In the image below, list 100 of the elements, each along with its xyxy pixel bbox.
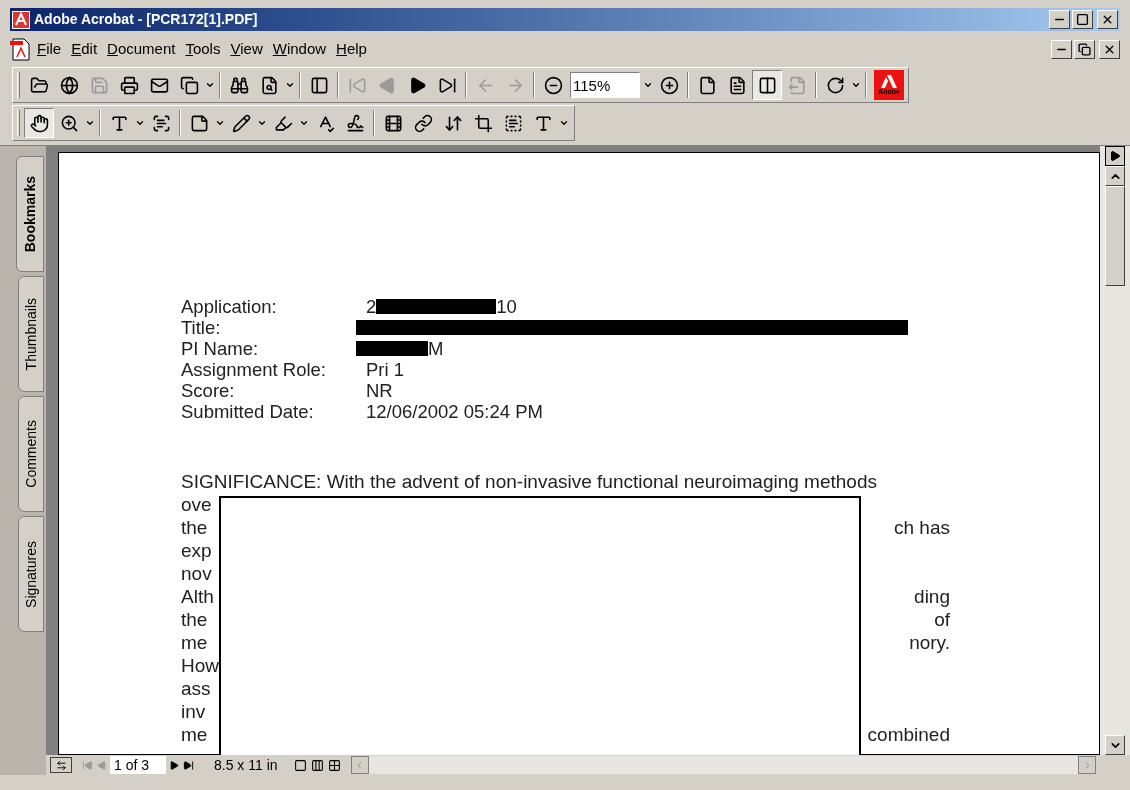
paragraph-fragment: ch has — [894, 516, 950, 539]
highlighter-icon — [273, 113, 293, 133]
document-icon — [10, 37, 32, 61]
field-value: Pri 1 — [366, 359, 405, 380]
fit-width-button[interactable] — [752, 70, 782, 100]
last-page-icon[interactable] — [183, 759, 194, 771]
field-value: 10 — [496, 296, 517, 317]
paragraph-line: SIGNIFICANCE: With the advent of non-invasive functional neuroimaging methods — [181, 470, 878, 493]
next-page-icon[interactable] — [170, 760, 179, 770]
field-value: NR — [366, 380, 393, 401]
menu-item[interactable]: Edit — [66, 37, 103, 61]
minimize-button[interactable] — [1051, 39, 1072, 59]
split-button[interactable] — [50, 757, 72, 773]
menu-item[interactable]: File — [32, 37, 67, 61]
paragraph-fragment: nov — [181, 562, 212, 585]
single-page-icon[interactable] — [293, 758, 307, 772]
menu-item[interactable]: Window — [267, 37, 332, 61]
redaction-bar — [356, 341, 428, 356]
paragraph-fragment: How — [181, 654, 219, 677]
caret-icon — [559, 118, 569, 128]
minimize-button[interactable] — [1049, 10, 1070, 29]
paragraph-fragment: ass — [181, 677, 211, 700]
left-triangle-icon — [377, 75, 397, 95]
side-tab[interactable]: Comments — [18, 396, 44, 512]
caret-icon — [643, 80, 653, 90]
form-icon — [503, 113, 523, 133]
field-value: 12/06/2002 05:24 PM — [366, 401, 543, 422]
menu-item[interactable]: Help — [331, 37, 372, 61]
right-triangle-icon — [1109, 150, 1121, 162]
page-arrow-icon — [787, 75, 807, 95]
rotate-icon — [825, 75, 845, 95]
envelope-icon — [149, 75, 169, 95]
caret-icon — [851, 80, 861, 90]
double-arrow-icon — [55, 759, 67, 771]
facing-pages-icon[interactable] — [327, 758, 341, 772]
maximize-button[interactable] — [1072, 10, 1093, 29]
field-label: Submitted Date: — [181, 401, 315, 422]
film-icon — [383, 113, 403, 133]
caret-icon — [257, 118, 267, 128]
field-value: M — [428, 338, 444, 359]
text-icon — [533, 113, 553, 133]
panel-icon — [309, 75, 329, 95]
save-icon — [89, 75, 109, 95]
paragraph-fragment: the — [181, 608, 208, 631]
field-label: Score: — [181, 380, 236, 401]
printer-icon — [119, 75, 139, 95]
close-button[interactable] — [1099, 39, 1120, 59]
page-icon — [727, 75, 747, 95]
text-icon — [109, 113, 129, 133]
binoculars-icon — [229, 75, 249, 95]
zoom-field[interactable]: 115% — [570, 72, 640, 98]
app-icon — [12, 10, 30, 29]
menu-item[interactable]: Document — [102, 37, 181, 61]
field-label: Assignment Role: — [181, 359, 327, 380]
scroll-up-button[interactable] — [1105, 166, 1125, 186]
restore-icon — [1078, 42, 1091, 56]
paragraph-fragment: ding — [914, 585, 950, 608]
caret-icon — [85, 118, 95, 128]
close-icon — [1101, 13, 1114, 26]
arrows-icon — [443, 113, 463, 133]
zoom-in-icon — [59, 113, 79, 133]
paragraph-fragment: inv — [181, 700, 206, 723]
logo-icon — [881, 75, 897, 88]
caret-icon — [135, 118, 145, 128]
caret-icon — [215, 118, 225, 128]
chain-link-icon — [413, 113, 433, 133]
restore-button[interactable] — [1074, 39, 1095, 59]
last-page-icon — [437, 75, 457, 95]
caret-icon — [205, 80, 215, 90]
paragraph-fragment: combined — [867, 723, 950, 746]
menu-item[interactable]: View — [225, 37, 268, 61]
maximize-icon — [1076, 13, 1089, 26]
scroll-left-button[interactable] — [350, 756, 369, 774]
field-label: PI Name: — [181, 338, 260, 359]
split-button[interactable] — [1105, 146, 1125, 166]
folder-icon — [29, 75, 49, 95]
scroll-down-button[interactable] — [1105, 735, 1125, 755]
paragraph-fragment: the — [181, 516, 208, 539]
side-tab[interactable]: Bookmarks — [16, 156, 44, 272]
page-number-field[interactable]: 1 of 3 — [110, 756, 166, 774]
side-tab[interactable]: Thumbnails — [18, 276, 44, 392]
close-button[interactable] — [1097, 10, 1118, 29]
menu-item[interactable]: Tools — [180, 37, 226, 61]
field-label: Title: — [181, 317, 222, 338]
selection-icon — [151, 113, 171, 133]
continuous-icon[interactable] — [310, 758, 324, 772]
scroll-right-button[interactable] — [1078, 756, 1096, 774]
hand-tool-button[interactable] — [24, 108, 54, 138]
window-title: Adobe Acrobat - [PCR172[1].PDF] — [34, 10, 258, 29]
side-tab[interactable]: Signatures — [18, 516, 44, 632]
paragraph-fragment: exp — [181, 539, 212, 562]
crop-icon — [473, 113, 493, 133]
paragraph-fragment: nory. — [909, 631, 950, 654]
signature-icon — [345, 113, 365, 133]
paragraph-fragment: ove — [181, 493, 212, 516]
caret-icon — [299, 118, 309, 128]
paragraph-fragment: me — [181, 631, 208, 654]
page-icon — [697, 75, 717, 95]
page-size-text: 8.5 x 11 in — [214, 755, 278, 775]
plus-circle-icon — [659, 75, 679, 95]
